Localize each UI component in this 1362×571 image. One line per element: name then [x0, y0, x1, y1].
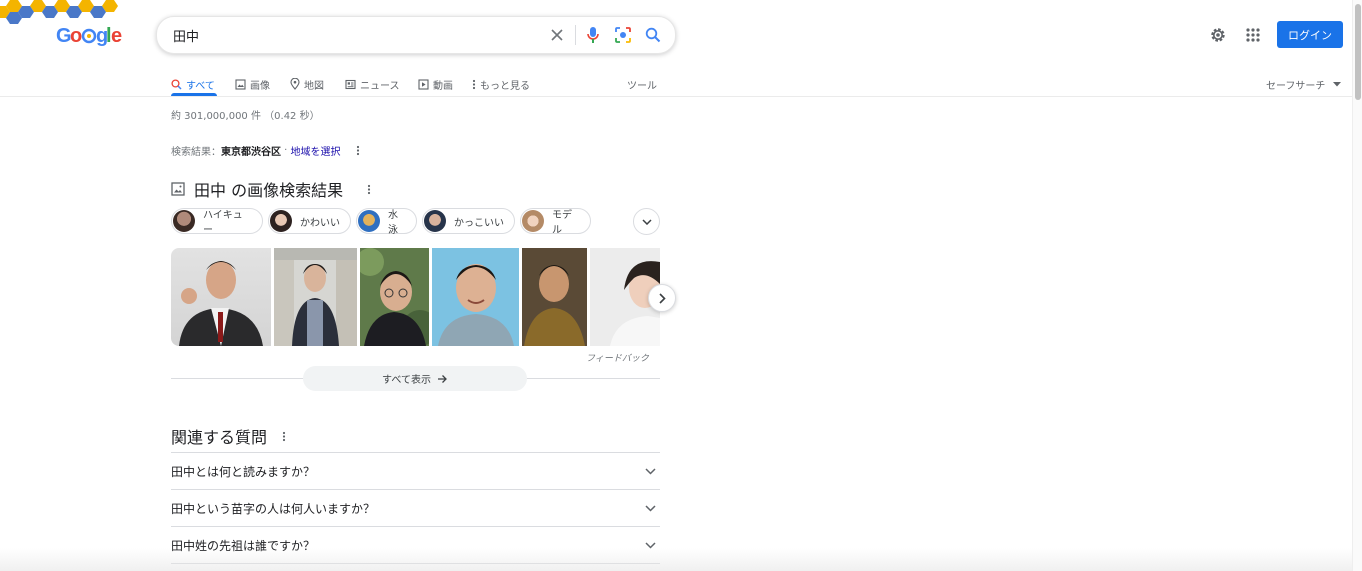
more-vert-icon[interactable] — [356, 145, 360, 156]
login-button[interactable]: ログイン — [1277, 21, 1343, 48]
tab-more[interactable]: もっと見る — [472, 72, 530, 96]
show-all-label: すべて表示 — [382, 375, 431, 386]
arrow-right-icon — [437, 374, 447, 383]
chip-haikyuu[interactable]: ハイキュー — [171, 208, 263, 236]
paa-question-text: 田中とは何と読みますか？ — [171, 464, 316, 479]
tab-videos[interactable]: 動画 — [418, 72, 453, 96]
chip-label: モデル — [552, 210, 572, 236]
image-icon — [171, 182, 185, 196]
result-stats: 約 301,000,000 件 （0.42 秒） — [171, 111, 320, 122]
more-vert-icon[interactable] — [282, 431, 286, 442]
feedback-link[interactable]: フィードバック — [586, 351, 649, 364]
search-input[interactable]: 田中 — [173, 26, 199, 45]
next-images-button[interactable] — [648, 284, 676, 312]
tab-label: 画像 — [250, 80, 270, 92]
microphone-icon[interactable] — [581, 23, 605, 47]
chevron-down-icon — [641, 218, 652, 225]
image-result-5[interactable] — [522, 248, 587, 346]
caret-down-icon — [1333, 81, 1342, 86]
expand-chips-button[interactable] — [633, 208, 660, 235]
chip-thumbnail — [424, 210, 446, 232]
scrollbar-thumb[interactable] — [1355, 4, 1361, 100]
more-vert-icon — [472, 79, 476, 89]
tab-label: 動画 — [433, 80, 453, 92]
chip-thumbnail — [173, 210, 195, 232]
divider — [575, 25, 576, 45]
google-doodle-logo[interactable]: G o g l e — [0, 0, 125, 50]
chip-label: かっこいい — [454, 217, 504, 229]
paa-header: 関連する質問 — [171, 424, 286, 448]
image-result-2[interactable] — [274, 248, 357, 346]
chip-label: ハイキュー — [203, 210, 243, 236]
chip-label: 水泳 — [388, 210, 398, 236]
chip-kakkoii[interactable]: かっこいい — [422, 208, 515, 234]
image-result-3[interactable] — [360, 248, 429, 346]
choose-area-link[interactable]: 地域を選択 — [291, 143, 341, 158]
show-all-images-button[interactable]: すべて表示 — [303, 366, 527, 391]
location-line: 検索結果： 東京都渋谷区 · 地域を選択 — [171, 143, 360, 158]
tab-news[interactable]: ニュース — [345, 72, 400, 96]
chevron-down-icon — [645, 504, 656, 512]
clear-icon[interactable] — [545, 23, 569, 47]
safesearch-label: セーフサーチ — [1266, 80, 1326, 92]
bottom-shadow — [0, 548, 1352, 571]
chip-thumbnail — [522, 210, 544, 232]
image-result-1[interactable] — [171, 248, 271, 346]
chevron-right-icon — [658, 292, 666, 304]
chevron-down-icon — [645, 467, 656, 475]
video-icon — [418, 78, 429, 90]
apps-grid-icon[interactable] — [1241, 23, 1265, 47]
chip-model[interactable]: モデル — [520, 208, 591, 236]
tab-label: もっと見る — [480, 80, 530, 92]
search-box[interactable]: 田中 — [156, 16, 676, 54]
news-icon — [345, 79, 356, 89]
chip-label: かわいい — [300, 217, 340, 229]
search-icon[interactable] — [641, 23, 665, 47]
tools-button[interactable]: ツール — [627, 72, 657, 96]
paa-title: 関連する質問 — [171, 428, 268, 447]
svg-text:e: e — [111, 25, 122, 47]
location-prefix: 検索結果： — [171, 147, 221, 158]
tab-label: すべて — [186, 80, 215, 92]
images-section-title[interactable]: 田中 の画像検索結果 — [194, 177, 343, 201]
map-pin-icon — [290, 78, 300, 90]
paa-question[interactable]: 田中とは何と読みますか？ — [171, 452, 660, 489]
more-vert-icon[interactable] — [367, 184, 371, 195]
tools-label: ツール — [627, 80, 657, 92]
images-section-header: 田中 の画像検索結果 — [171, 177, 371, 201]
location-place: 東京都渋谷区 — [221, 147, 281, 158]
chip-thumbnail — [358, 210, 380, 232]
chip-swimming[interactable]: 水泳 — [356, 208, 417, 236]
location-separator: · — [281, 145, 291, 156]
tabs-divider — [0, 96, 1352, 97]
svg-text:o: o — [70, 25, 82, 47]
camera-lens-icon[interactable] — [611, 23, 635, 47]
image-icon — [235, 78, 246, 90]
search-icon — [171, 78, 182, 90]
paa-question-text: 田中という苗字の人は何人いますか？ — [171, 501, 376, 516]
paa-question[interactable]: 田中という苗字の人は何人いますか？ — [171, 489, 660, 526]
image-result-4[interactable] — [432, 248, 519, 346]
settings-gear-icon[interactable] — [1206, 23, 1230, 47]
safesearch-button[interactable]: セーフサーチ — [1266, 72, 1342, 96]
chip-kawaii[interactable]: かわいい — [268, 208, 351, 234]
chip-thumbnail — [270, 210, 292, 232]
tab-images[interactable]: 画像 — [235, 72, 270, 96]
tab-maps[interactable]: 地図 — [290, 72, 324, 96]
tab-label: ニュース — [360, 80, 400, 92]
tab-label: 地図 — [304, 80, 324, 92]
